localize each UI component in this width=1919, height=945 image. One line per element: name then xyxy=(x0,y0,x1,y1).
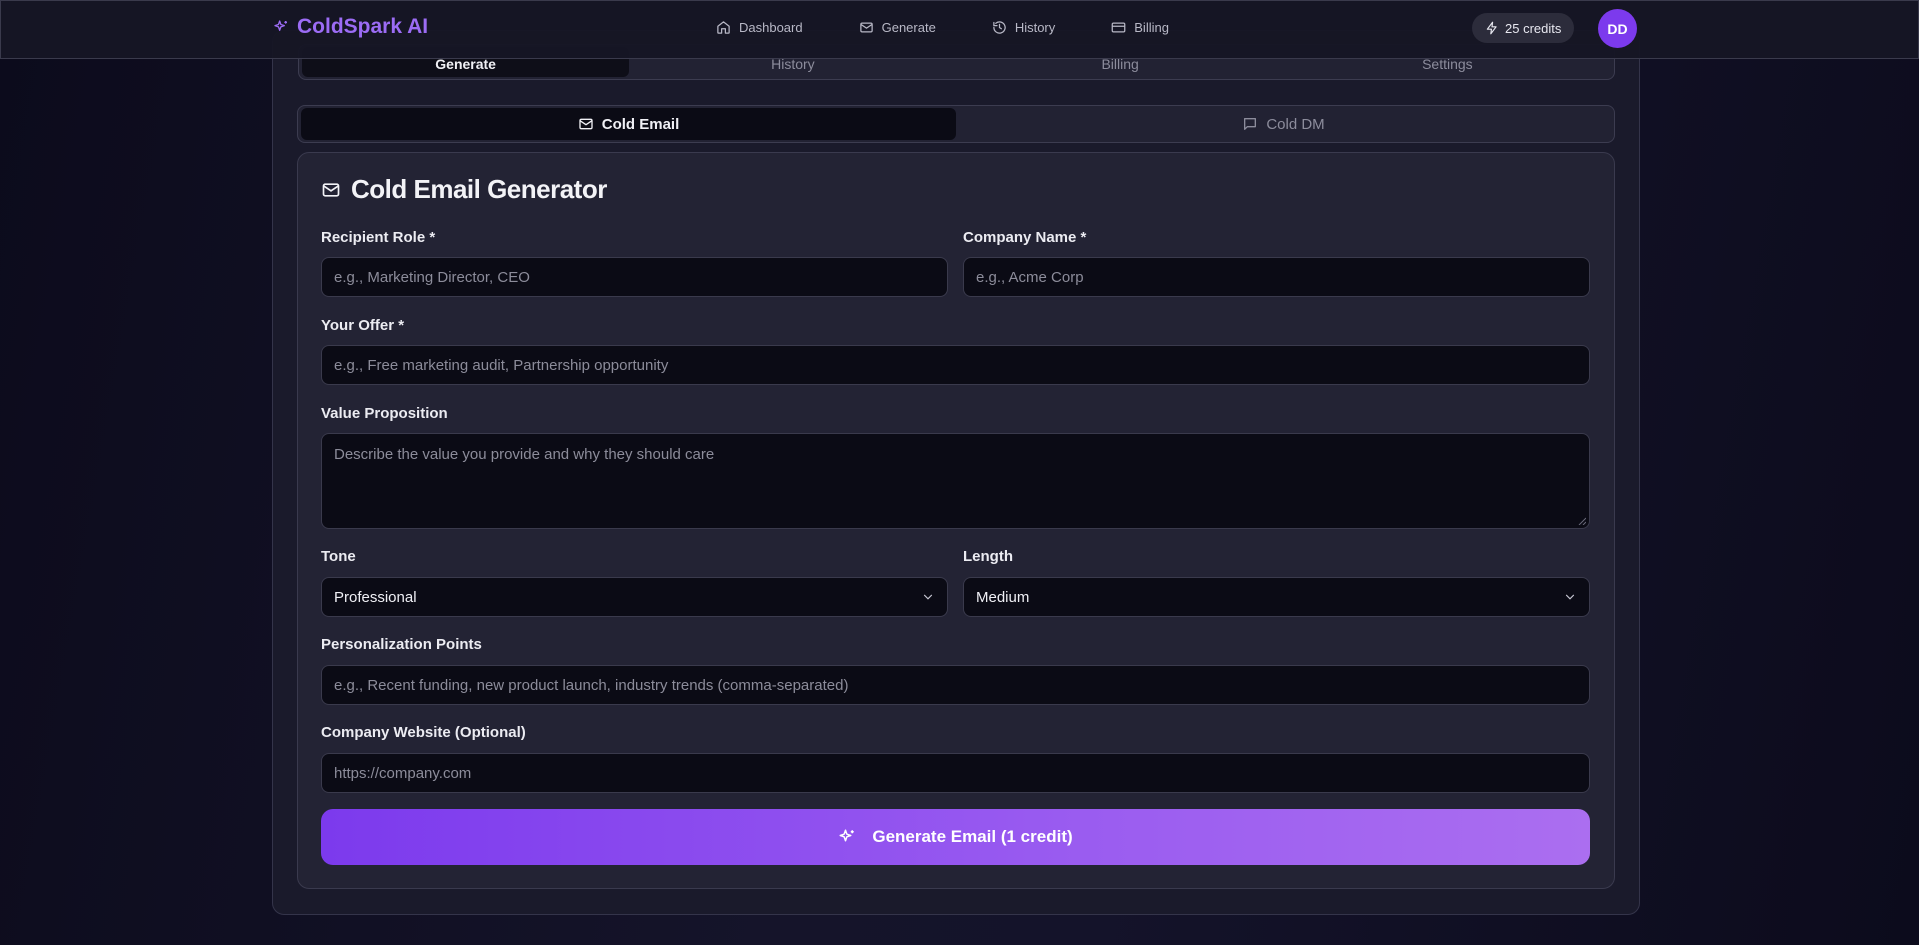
tab-cold-dm-label: Cold DM xyxy=(1266,115,1325,133)
credits-label: 25 credits xyxy=(1505,20,1562,36)
nav-generate-label: Generate xyxy=(881,19,936,35)
generator-type-tabs: Cold Email Cold DM xyxy=(297,105,1615,143)
tab-cold-email[interactable]: Cold Email xyxy=(301,108,956,140)
chevron-down-icon xyxy=(1565,594,1575,600)
message-square-icon xyxy=(1244,118,1257,130)
nav-history[interactable]: History xyxy=(992,20,1055,35)
nav-history-label: History xyxy=(1014,19,1056,35)
form-title: Cold Email Generator xyxy=(321,174,607,205)
website-label: Company Website (Optional) xyxy=(321,724,526,741)
nav-links: Dashboard Generate History Billing xyxy=(716,1,1225,53)
company-name-label: Company Name * xyxy=(963,229,1087,246)
value-proposition-textarea[interactable]: Describe the value you provide and why t… xyxy=(321,433,1590,529)
top-navbar: ColdSpark AI Dashboard Generate History … xyxy=(0,0,1919,59)
generate-email-button[interactable]: Generate Email (1 credit) xyxy=(321,809,1590,865)
zap-icon xyxy=(1486,21,1497,35)
tab-cold-email-label: Cold Email xyxy=(601,115,680,133)
credit-card-icon xyxy=(1111,22,1126,32)
offer-label: Your Offer * xyxy=(321,317,405,334)
website-input[interactable]: https://company.com xyxy=(321,753,1590,793)
length-value: Medium xyxy=(976,588,1030,606)
company-name-input[interactable]: e.g., Acme Corp xyxy=(963,257,1590,297)
length-select[interactable]: Medium xyxy=(963,577,1590,617)
tone-select[interactable]: Professional xyxy=(321,577,948,617)
nav-dashboard-label: Dashboard xyxy=(739,19,803,35)
mail-icon xyxy=(322,182,340,197)
history-icon xyxy=(993,20,1006,34)
user-avatar[interactable]: DD xyxy=(1598,9,1637,48)
sparkles-icon xyxy=(274,20,287,31)
personalization-label: Personalization Points xyxy=(321,636,482,653)
mail-icon xyxy=(859,22,873,32)
home-icon xyxy=(717,20,730,34)
length-label: Length xyxy=(963,548,1013,565)
resize-handle-icon[interactable] xyxy=(1578,517,1586,525)
nav-generate[interactable]: Generate xyxy=(859,20,936,35)
tab-cold-dm[interactable]: Cold DM xyxy=(956,108,1611,140)
nav-dashboard[interactable]: Dashboard xyxy=(716,20,803,35)
brand-logo[interactable]: ColdSpark AI xyxy=(273,15,428,39)
recipient-role-input[interactable]: e.g., Marketing Director, CEO xyxy=(321,257,948,297)
form-title-text: Cold Email Generator xyxy=(351,174,607,204)
brand-name: ColdSpark AI xyxy=(297,15,429,38)
personalization-input[interactable]: e.g., Recent funding, new product launch… xyxy=(321,665,1590,705)
sparkles-icon xyxy=(839,829,855,842)
generate-email-label: Generate Email (1 credit) xyxy=(872,827,1073,846)
value-proposition-label: Value Proposition xyxy=(321,405,448,422)
nav-billing-label: Billing xyxy=(1134,19,1169,35)
nav-billing[interactable]: Billing xyxy=(1111,20,1169,35)
tone-value: Professional xyxy=(334,588,417,606)
recipient-role-label: Recipient Role * xyxy=(321,229,436,246)
mail-icon xyxy=(579,118,593,130)
value-proposition-placeholder: Describe the value you provide and why t… xyxy=(334,446,715,463)
chevron-down-icon xyxy=(923,594,933,600)
tone-label: Tone xyxy=(321,548,356,565)
credits-badge[interactable]: 25 credits xyxy=(1472,13,1575,43)
offer-input[interactable]: e.g., Free marketing audit, Partnership … xyxy=(321,345,1590,385)
